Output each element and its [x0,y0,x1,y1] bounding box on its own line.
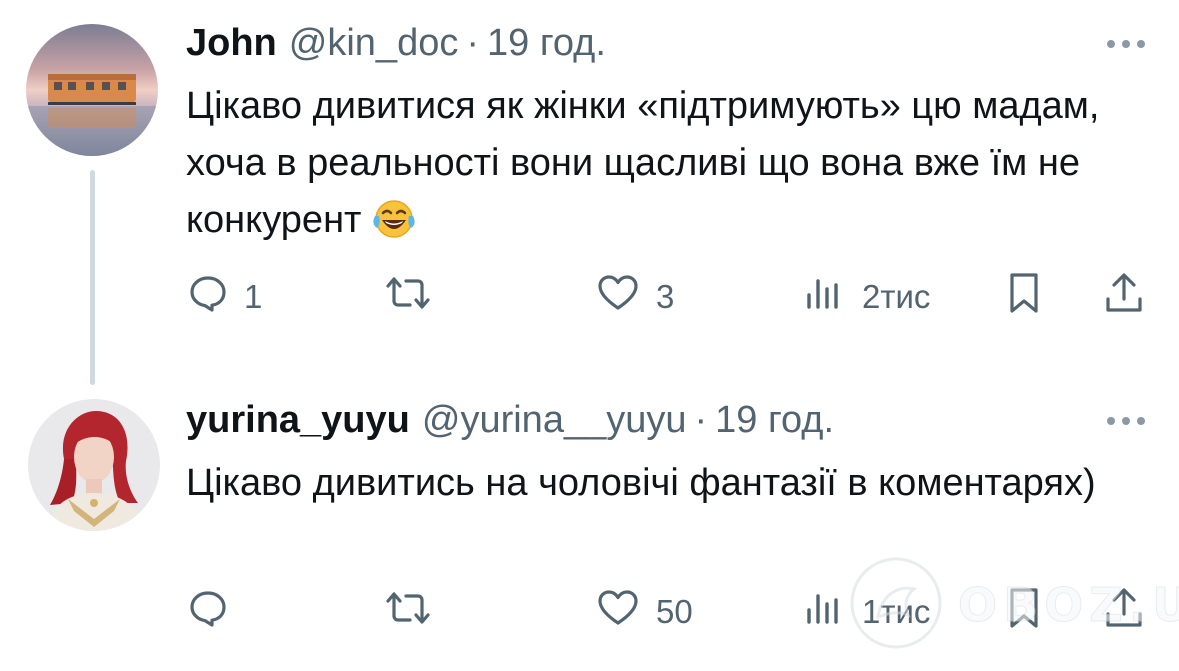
bookmark-icon [1004,271,1044,323]
separator-dot: · [466,22,479,64]
analytics-icon [804,273,840,321]
author-name[interactable]: yurina_yuyu [186,399,410,442]
share-icon [1102,271,1146,323]
heart-icon [596,273,640,321]
face-with-tears-of-joy-icon [371,198,417,257]
like-count: 50 [656,593,693,630]
more-options-icon[interactable] [1107,38,1145,50]
watermark-text: OBOZ.UA [958,578,1179,633]
repost-icon [384,273,432,321]
tweet-actions: 1 3 2тис [186,272,1146,322]
reply-button[interactable]: 1 [188,272,262,322]
repost-icon [384,588,432,636]
views-count: 2тис [862,278,931,315]
repost-button[interactable] [384,587,448,637]
author-name[interactable]: John [186,22,277,65]
like-count: 3 [656,278,675,315]
tweet-header: yurina_yuyu @yurina__yuyu · 19 год. [186,399,834,442]
tweet-text: Цікаво дивитись на чоловічі фантазії в к… [186,455,1146,512]
share-button[interactable] [1102,272,1146,322]
tweet-text-content: Цікаво дивитись на чоловічі фантазії в к… [186,462,1096,504]
watermark: OBOZ.UA [848,555,1179,655]
tweet-text-content: Цікаво дивитися як жінки «підтримують» ц… [186,85,1100,241]
repost-button[interactable] [384,272,448,322]
bookmark-button[interactable] [1004,272,1044,322]
tweet-text: Цікаво дивитися як жінки «підтримують» ц… [186,78,1146,257]
reply-count: 1 [244,278,263,315]
more-options-icon[interactable] [1107,415,1145,427]
avatar[interactable] [28,399,160,531]
heart-icon [596,588,640,636]
reply-icon [188,588,228,636]
avatar[interactable] [26,24,158,156]
reply-icon [188,273,228,321]
analytics-icon [804,588,840,636]
author-handle[interactable]: @yurina__yuyu [422,399,687,442]
views-button[interactable]: 2тис [804,272,930,322]
tweet-header: John @kin_doc · 19 год. [186,22,606,65]
reply-button[interactable] [188,587,244,637]
like-button[interactable]: 50 [596,587,693,637]
author-handle[interactable]: @kin_doc [289,22,459,65]
timestamp[interactable]: 19 год. [487,22,606,65]
tweet[interactable]: John @kin_doc · 19 год. Цікаво дивитися … [0,0,1179,385]
like-button[interactable]: 3 [596,272,674,322]
separator-dot: · [694,399,708,441]
timestamp[interactable]: 19 год. [715,399,834,442]
watermark-logo-icon [848,555,944,656]
